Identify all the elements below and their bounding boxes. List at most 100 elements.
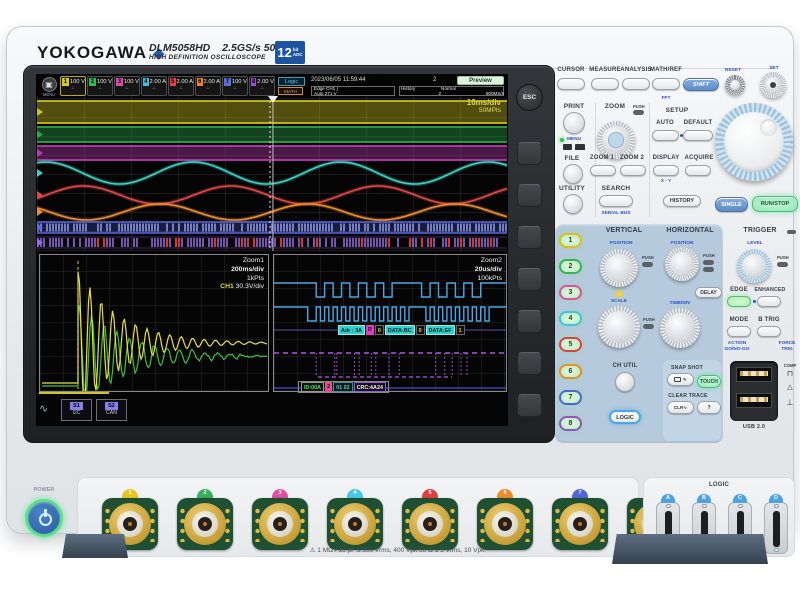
timediv-knob[interactable] — [660, 308, 700, 348]
channel-number: 3 — [116, 78, 123, 86]
analysis-button[interactable] — [622, 78, 650, 90]
screen-channel-badge-6[interactable]: 62.00 A⊥ — [195, 76, 221, 96]
softkey-3[interactable] — [517, 226, 542, 249]
channel-8-button[interactable]: 8 — [559, 416, 582, 431]
preview-button[interactable]: Preview — [457, 76, 504, 85]
screen-channel-badge-1[interactable]: 1100 V⊥ — [60, 76, 86, 96]
shift-button[interactable]: SHIFT — [683, 78, 719, 91]
delay-button[interactable]: DELAY — [695, 287, 722, 298]
touch-button[interactable]: TOUCH — [697, 375, 721, 388]
ch-util-button[interactable] — [615, 372, 635, 392]
snap-shot-button[interactable]: ∿ — [667, 373, 694, 386]
channel-7-button[interactable]: 7 — [559, 390, 582, 405]
logic-badge[interactable]: Logic — [278, 77, 305, 86]
softkey-1[interactable] — [517, 142, 542, 165]
enhanced-button[interactable] — [757, 296, 781, 307]
acquire-button[interactable] — [685, 165, 711, 176]
zoom1-button[interactable] — [590, 165, 616, 176]
logic-port-screw-top — [774, 504, 779, 508]
clear-trace-button[interactable]: CLR∿ — [667, 401, 694, 414]
serial-bus-name: I2C — [62, 410, 91, 416]
set-knob[interactable] — [760, 72, 786, 98]
bnc-input-ch7: 7 — [552, 498, 608, 550]
bnc-channel-tab: 5 — [422, 489, 438, 498]
default-label: DEFAULT — [679, 120, 717, 126]
softkey-4[interactable] — [517, 268, 542, 291]
zoom1-window: Zoom1 200ms/div 1kPts CH1 30.3V/div — [39, 254, 269, 392]
print-button[interactable] — [563, 112, 585, 134]
ground-coupling-icon: ⊥ — [125, 86, 129, 91]
channel-1-button[interactable]: 1 — [559, 233, 582, 248]
label-mathref: MATH/REF — [647, 67, 685, 73]
zoom-knob[interactable] — [597, 121, 635, 159]
can-decode-row: ID:00A201 02CRC:4A24 — [298, 381, 389, 393]
softkey-6[interactable] — [517, 352, 542, 375]
softkey-5[interactable] — [517, 310, 542, 333]
run-stop-button[interactable]: RUN/STOP — [752, 196, 798, 212]
vertical-position-knob[interactable] — [600, 249, 638, 287]
auto-button[interactable] — [652, 130, 679, 141]
ground-coupling-icon: ⊥ — [179, 86, 183, 91]
jog-shuttle-knob[interactable] — [715, 103, 793, 181]
oscilloscope-screen[interactable]: ▣ MENU 1100 V⊥2100 V⊥3100 V⊥42.00 A⊥52.0… — [36, 74, 508, 426]
edge-button[interactable] — [727, 296, 751, 307]
yokogawa-logo: YOKOGAWA◆ — [37, 43, 166, 63]
channel-6-button[interactable]: 6 — [559, 364, 582, 379]
logic-port-tab: B — [697, 494, 711, 503]
single-button[interactable]: SINGLE — [715, 197, 748, 212]
search-button[interactable] — [599, 195, 633, 207]
channel-3-button[interactable]: 3 — [559, 285, 582, 300]
reset-knob[interactable] — [725, 75, 745, 95]
screen-channel-badge-3[interactable]: 3100 V⊥ — [114, 76, 140, 96]
serial-badge-S2[interactable]: S2CAN — [96, 399, 127, 421]
math-badge[interactable]: MATH — [278, 87, 303, 95]
trigger-level-knob[interactable] — [737, 249, 771, 283]
decode-crc-3: CRC:4A24 — [354, 382, 386, 392]
vertical-title: VERTICAL — [591, 227, 657, 234]
horizontal-position-knob[interactable] — [665, 247, 699, 281]
measure-button[interactable] — [591, 78, 619, 90]
channel-4-button[interactable]: 4 — [559, 311, 582, 326]
b-trig-label: B TRIG — [753, 317, 785, 323]
esc-button[interactable]: ESC — [516, 84, 543, 111]
help-button[interactable]: ? — [697, 401, 721, 414]
default-button[interactable] — [683, 130, 713, 141]
screen-channel-badge-7[interactable]: 7100 V⊥ — [222, 76, 248, 96]
trigger-push-oval — [777, 262, 788, 267]
logic-button[interactable]: LOGIC — [609, 410, 641, 424]
reset-label: RESET — [720, 68, 746, 74]
model-number: DLM5058HD — [149, 42, 210, 54]
channel-2-button[interactable]: 2 — [559, 259, 582, 274]
softkey-7[interactable] — [517, 394, 542, 417]
screen-channel-badge-2[interactable]: 2100 V⊥ — [87, 76, 113, 96]
serial-badge-S1[interactable]: S1I2C — [61, 399, 92, 421]
usb-port-bottom[interactable] — [736, 393, 772, 408]
mode-button[interactable] — [727, 326, 751, 337]
softkey-2[interactable] — [517, 184, 542, 207]
power-button[interactable] — [25, 499, 63, 537]
screen-channel-badge-4[interactable]: 42.00 A⊥ — [141, 76, 167, 96]
utility-button[interactable] — [563, 194, 583, 214]
screen-channel-badge-5[interactable]: 52.00 A⊥ — [168, 76, 194, 96]
mathref-button[interactable] — [652, 78, 680, 90]
history-button[interactable]: HISTORY — [663, 195, 701, 207]
bnc-pin — [353, 522, 357, 526]
channel-5-button[interactable]: 5 — [559, 337, 582, 352]
vertical-scale-knob[interactable] — [598, 306, 640, 348]
cursor-button[interactable] — [557, 78, 585, 90]
ground-coupling-icon: ⊥ — [71, 86, 75, 91]
usb-port-top[interactable] — [736, 367, 772, 382]
b-trig-button[interactable] — [757, 326, 781, 337]
file-button[interactable] — [563, 164, 583, 184]
screen-menu-button[interactable]: ▣ MENU — [40, 77, 58, 96]
waveform-icon[interactable]: ∿ — [39, 399, 57, 419]
i2c-decode-row: Adr : 3AR0DATA:BC0DATA:EF1 — [338, 324, 465, 336]
screen-channel-badge-8[interactable]: 82.00 V⊥ — [249, 76, 275, 96]
bnc-channel-tab: 4 — [347, 489, 363, 498]
logic-port-screw-top — [666, 504, 671, 508]
label-cursor: CURSOR — [552, 67, 590, 73]
serial-id: S2 — [105, 402, 118, 410]
display-button[interactable] — [653, 165, 679, 176]
control-panel: FFT SHIFT PRINT MENU ZOOM PUSH SETUP AUT… — [555, 65, 799, 445]
zoom2-button[interactable] — [620, 165, 646, 176]
